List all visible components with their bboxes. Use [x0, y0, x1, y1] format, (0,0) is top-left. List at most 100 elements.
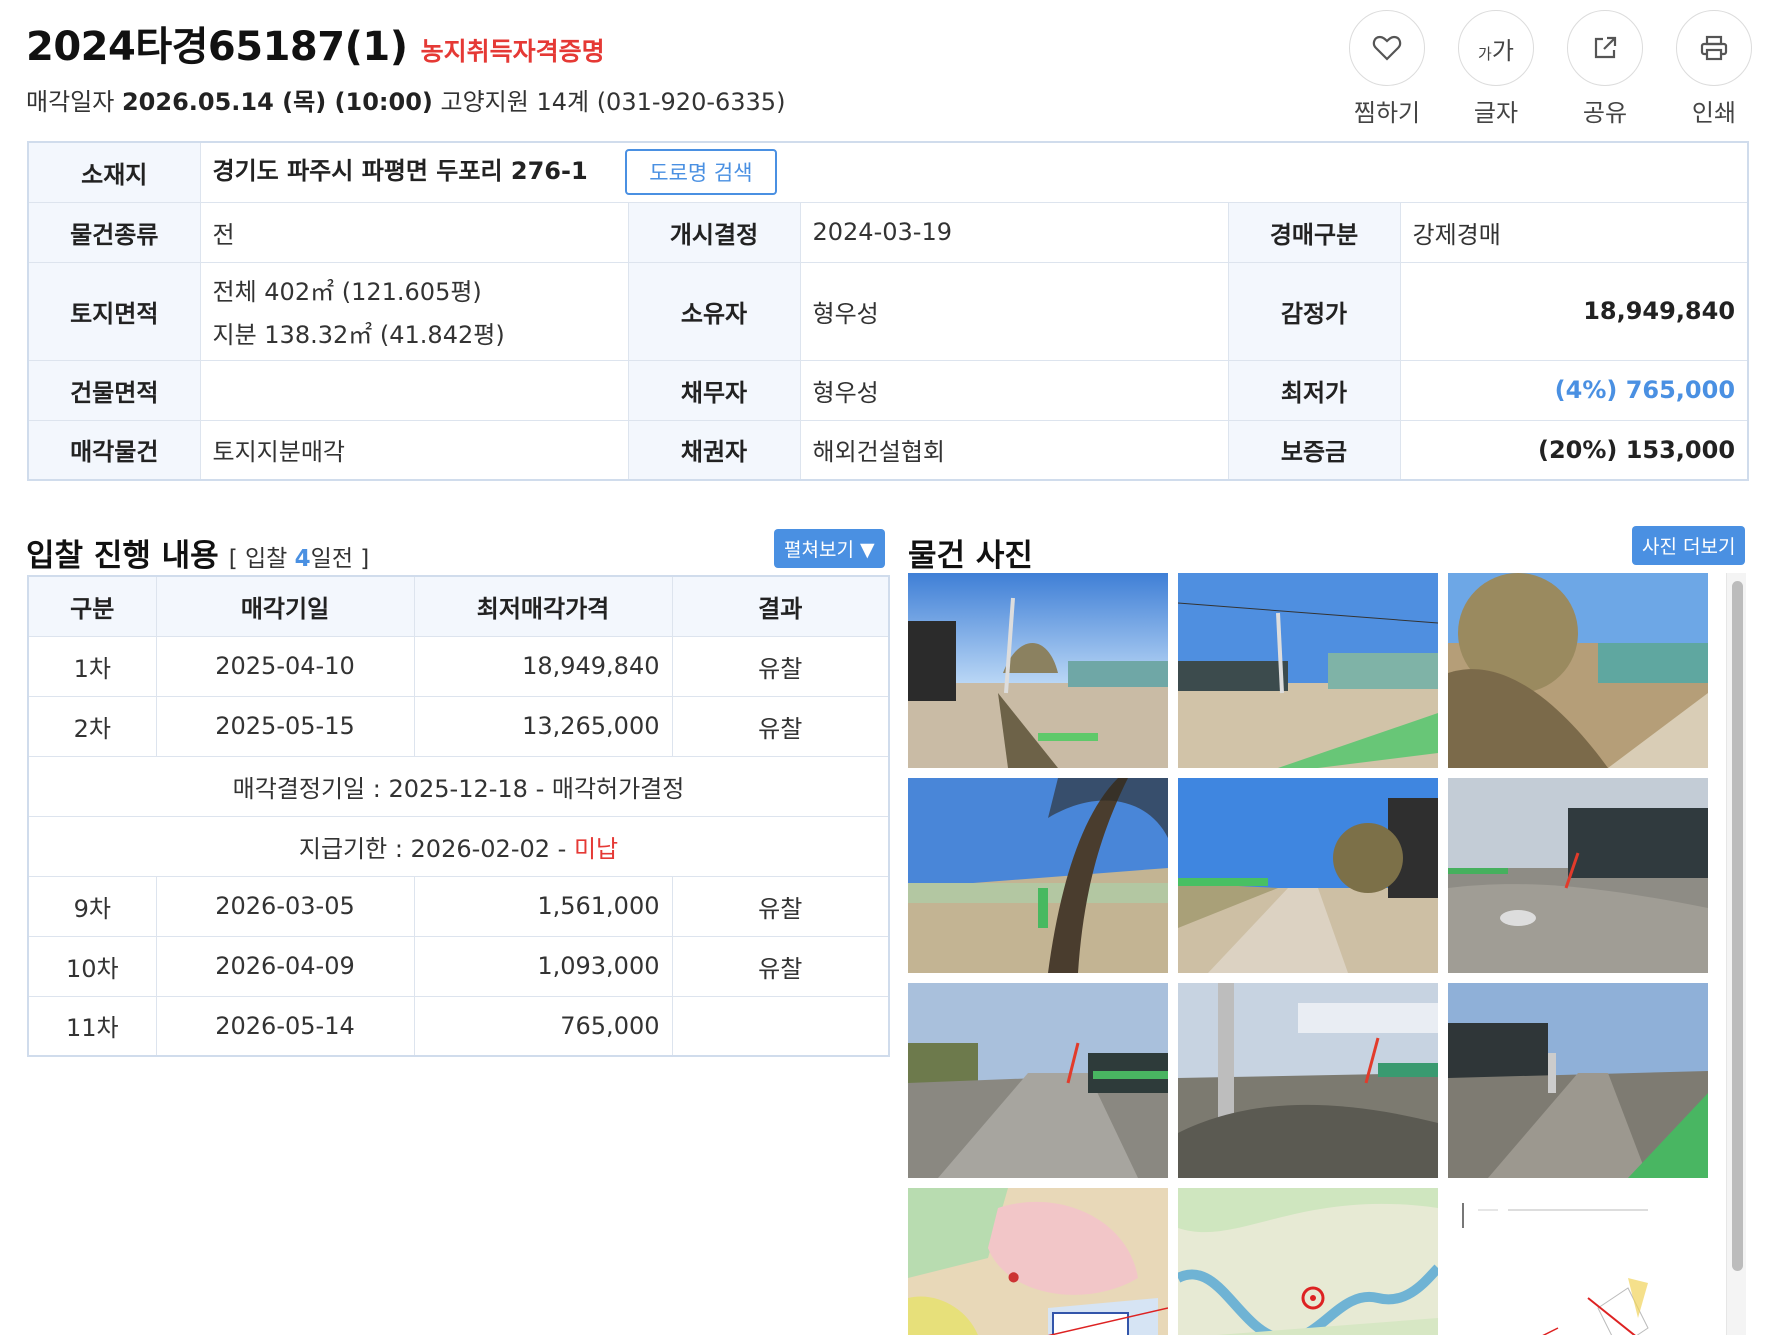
- info-value: 2024-03-19: [799, 201, 1229, 263]
- bid-date: 2025-05-15: [155, 695, 415, 757]
- share-icon: [1567, 10, 1643, 86]
- property-photo[interactable]: [1448, 778, 1708, 973]
- info-key: 감정가: [1227, 261, 1401, 361]
- table-row: 11차 2026-05-14 765,000: [27, 995, 890, 1057]
- bid-days-suffix: 일전 ]: [310, 546, 370, 572]
- expand-button[interactable]: 펼쳐보기 ▼: [774, 529, 885, 568]
- property-photo[interactable]: [908, 573, 1168, 768]
- location-cell: 경기도 파주시 파평면 두포리 276-1 도로명 검색: [199, 141, 1749, 203]
- payment-status: 미납: [573, 834, 619, 863]
- photos-title: 물건 사진: [908, 538, 1033, 574]
- case-number: 2024타경65187(1): [26, 24, 408, 70]
- bid-days-left: [ 입찰 4일전 ]: [229, 546, 370, 572]
- bid-price: 13,265,000: [413, 695, 673, 757]
- payment-note: 지급기한 : 2026-02-02 - 미납: [27, 815, 890, 877]
- bid-result: 유찰: [671, 935, 890, 997]
- decision-note-row: 매각결정기일 : 2025-12-18 - 매각허가결정: [27, 755, 890, 817]
- bid-days-prefix: [ 입찰: [228, 546, 295, 572]
- payment-note-text: 지급기한 : 2026-02-02 -: [298, 834, 574, 863]
- column-header: 매각기일: [155, 575, 415, 637]
- bid-history-title: 입찰 진행 내용 [ 입찰 4일전 ]: [26, 530, 369, 575]
- favorite-label: 찜하기: [1353, 99, 1421, 127]
- bid-history-heading: 입찰 진행 내용: [26, 538, 219, 574]
- info-key: 보증금: [1227, 419, 1401, 481]
- bid-date: 2025-04-10: [155, 635, 415, 697]
- road-name-search-button[interactable]: 도로명 검색: [625, 149, 777, 196]
- font-size-button[interactable]: 가가 글자: [1458, 10, 1534, 128]
- info-key: 물건종류: [27, 201, 201, 263]
- font-glyph-small: 가: [1478, 44, 1492, 63]
- bid-result: 유찰: [671, 875, 890, 937]
- bid-round: 10차: [27, 935, 157, 997]
- heart-icon: [1349, 10, 1425, 86]
- location-map-image[interactable]: [1178, 1188, 1438, 1335]
- table-row: 2차 2025-05-15 13,265,000 유찰: [27, 695, 890, 757]
- auction-date-value: 2026.05.14 (목) (10:00): [121, 88, 433, 116]
- court-info: 고양지원 14계 (031-920-6335): [440, 88, 786, 116]
- print-label: 인쇄: [1691, 99, 1737, 127]
- site-plan-image[interactable]: [1448, 1188, 1708, 1335]
- table-row: 9차 2026-03-05 1,561,000 유찰: [27, 875, 890, 937]
- gallery-scrollbar[interactable]: [1726, 573, 1746, 1335]
- location-label: 소재지: [27, 141, 201, 203]
- info-value: 전: [199, 201, 629, 263]
- location-map-image[interactable]: ⬤: [908, 1188, 1168, 1335]
- info-key: 토지면적: [27, 261, 201, 361]
- more-photos-button[interactable]: 사진 더보기: [1632, 526, 1746, 565]
- land-area-cell: 전체 402㎡ (121.605평) 지분 138.32㎡ (41.842평): [199, 261, 629, 361]
- gallery-scrollbar-thumb[interactable]: [1732, 581, 1743, 1271]
- info-key: 경매구분: [1227, 201, 1401, 263]
- bid-price: 765,000: [413, 995, 673, 1057]
- bid-result: 유찰: [671, 695, 890, 757]
- info-row: 토지면적 전체 402㎡ (121.605평) 지분 138.32㎡ (41.8…: [27, 261, 1749, 361]
- bid-table-header: 구분 매각기일 최저매각가격 결과: [27, 575, 890, 637]
- bid-price: 1,561,000: [413, 875, 673, 937]
- svg-text:⬤: ⬤: [1008, 1272, 1019, 1283]
- case-header: 2024타경65187(1) 농지취득자격증명 매각일자 2026.05.14 …: [26, 14, 785, 117]
- info-key: 소유자: [627, 261, 801, 361]
- info-key: 채권자: [627, 419, 801, 481]
- favorite-button[interactable]: 찜하기: [1349, 10, 1425, 128]
- info-row: 물건종류 전 개시결정 2024-03-19 경매구분 강제경매: [27, 201, 1749, 263]
- bid-date: 2026-05-14: [155, 995, 415, 1057]
- property-photo[interactable]: [908, 983, 1168, 1178]
- info-value: 토지지분매각: [199, 419, 629, 481]
- print-button[interactable]: 인쇄: [1676, 10, 1752, 128]
- action-toolbar: 찜하기 가가 글자 공유 인쇄: [1349, 10, 1752, 128]
- bid-result: 유찰: [671, 635, 890, 697]
- bid-result: [671, 995, 890, 1057]
- bid-price: 1,093,000: [413, 935, 673, 997]
- minimum-price-value: (4%) 765,000: [1399, 359, 1749, 421]
- column-header: 결과: [671, 575, 890, 637]
- bid-date: 2026-04-09: [155, 935, 415, 997]
- property-photo[interactable]: [1178, 778, 1438, 973]
- info-value: 형우성: [799, 359, 1229, 421]
- bid-price: 18,949,840: [413, 635, 673, 697]
- location-row: 소재지 경기도 파주시 파평면 두포리 276-1 도로명 검색: [27, 141, 1749, 203]
- bid-round: 9차: [27, 875, 157, 937]
- share-button[interactable]: 공유: [1567, 10, 1643, 128]
- info-key: 매각물건: [27, 419, 201, 481]
- payment-note-row: 지급기한 : 2026-02-02 - 미납: [27, 815, 890, 877]
- info-value: 해외건설협회: [799, 419, 1229, 481]
- info-value: 강제경매: [1399, 201, 1749, 263]
- column-header: 최저매각가격: [413, 575, 673, 637]
- table-row: 1차 2025-04-10 18,949,840 유찰: [27, 635, 890, 697]
- auction-date-line: 매각일자 2026.05.14 (목) (10:00) 고양지원 14계 (03…: [26, 82, 785, 117]
- info-value: 형우성: [799, 261, 1229, 361]
- info-value: [199, 359, 629, 421]
- info-key: 채무자: [627, 359, 801, 421]
- property-photo[interactable]: [1178, 573, 1438, 768]
- info-key: 개시결정: [627, 201, 801, 263]
- property-photo[interactable]: [1178, 983, 1438, 1178]
- print-icon: [1676, 10, 1752, 86]
- property-photo[interactable]: [1448, 573, 1708, 768]
- property-photo[interactable]: [908, 778, 1168, 973]
- location-value: 경기도 파주시 파평면 두포리 276-1: [212, 157, 588, 186]
- font-size-icon: 가가: [1458, 10, 1534, 86]
- info-row: 매각물건 토지지분매각 채권자 해외건설협회 보증금 (20%) 153,000: [27, 419, 1749, 481]
- property-photo[interactable]: [1448, 983, 1708, 1178]
- decision-note: 매각결정기일 : 2025-12-18 - 매각허가결정: [27, 755, 890, 817]
- table-row: 10차 2026-04-09 1,093,000 유찰: [27, 935, 890, 997]
- photo-gallery: ⬤: [908, 573, 1746, 1335]
